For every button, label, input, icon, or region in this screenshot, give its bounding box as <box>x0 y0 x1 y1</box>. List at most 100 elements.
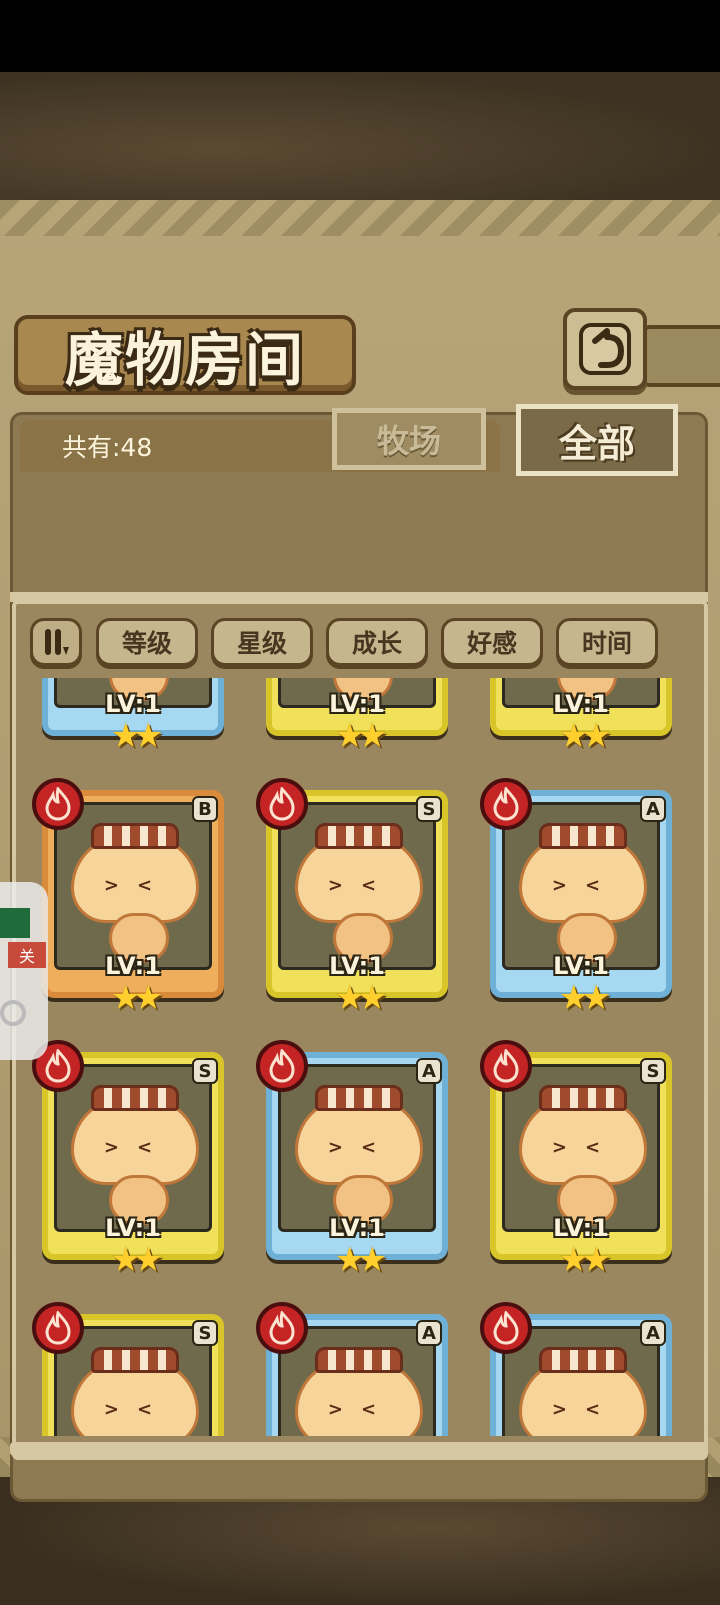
sort-level-button[interactable]: 等级 <box>96 618 198 666</box>
level-label: LV:1 <box>553 1214 609 1242</box>
status-bar <box>0 0 720 72</box>
panel-rail-bottom <box>10 1442 708 1456</box>
tab-farm-label: 牧场 <box>376 422 441 460</box>
monster-eyes: >< <box>551 875 619 896</box>
fire-element-icon <box>256 778 308 830</box>
monster-cap <box>315 1347 403 1373</box>
star-rating: ★★ <box>262 1240 452 1280</box>
monster-cap <box>539 1085 627 1111</box>
star-icon: ★ <box>581 1240 612 1280</box>
monster-card[interactable]: ><LV:1★★ <box>486 678 676 756</box>
star-rating: ★★ <box>38 1240 228 1280</box>
monster-card[interactable]: ><LV:1★★ <box>262 678 452 756</box>
fire-element-icon <box>256 1302 308 1354</box>
monster-card[interactable]: >< S LV:1 ★★ <box>256 778 452 1018</box>
monster-cap <box>539 1347 627 1373</box>
fire-element-icon <box>32 1302 84 1354</box>
level-label: LV:1 <box>329 952 385 980</box>
rank-badge: S <box>416 796 442 822</box>
monster-portrait: >< <box>54 802 212 970</box>
monster-cap <box>539 823 627 849</box>
monster-card[interactable]: >< A <box>480 1302 676 1436</box>
star-icon: ★ <box>133 716 164 756</box>
monster-cap <box>315 823 403 849</box>
rank-badge: S <box>192 1058 218 1084</box>
level-label: LV:1 <box>329 1214 385 1242</box>
star-icon: ★ <box>357 1240 388 1280</box>
monster-card[interactable]: >< A LV:1 ★★ <box>480 778 676 1018</box>
gear-icon[interactable] <box>0 1000 26 1026</box>
monster-eyes: >< <box>327 875 395 896</box>
sort-time-button[interactable]: 时间 <box>556 618 658 666</box>
monster-cap <box>91 1085 179 1111</box>
monster-eyes: >< <box>551 1137 619 1158</box>
star-icon: ★ <box>357 978 388 1018</box>
panel-rail-top <box>10 592 708 602</box>
star-rating: ★★ <box>262 716 452 756</box>
sort-order-icon <box>45 629 69 655</box>
back-button[interactable] <box>563 308 647 390</box>
monster-grid-viewport[interactable]: ><LV:1★★><LV:1★★><LV:1★★><BLV:1★★><SLV:1… <box>20 678 700 1436</box>
scroll-panel: 魔物房间 共有:48 牧场 全部 等级 星级 成长 好感 时间 LV:1 ★★ … <box>0 200 720 1502</box>
rank-badge: S <box>192 1320 218 1346</box>
floating-widget-close-button[interactable]: 关 <box>8 942 46 968</box>
monster-cap <box>91 1347 179 1373</box>
star-icon: ★ <box>334 1240 366 1280</box>
sort-stars-button[interactable]: 星级 <box>211 618 313 666</box>
level-label: LV:1 <box>105 952 161 980</box>
monster-eyes: >< <box>551 1399 619 1420</box>
monster-card[interactable]: >< S LV:1 ★★ <box>480 1040 676 1280</box>
star-rating: ★★ <box>262 978 452 1018</box>
star-rating: ★★ <box>38 716 228 756</box>
scroll-edge-top <box>0 200 720 236</box>
monster-portrait: >< <box>502 802 660 970</box>
monster-card[interactable]: >< S LV:1 ★★ <box>32 1040 228 1280</box>
fire-element-icon <box>256 1040 308 1092</box>
level-label: LV:1 <box>553 690 609 718</box>
monster-card[interactable]: >< S <box>32 1302 228 1436</box>
star-rating: ★★ <box>486 978 676 1018</box>
star-icon: ★ <box>110 978 142 1018</box>
rank-badge: A <box>640 1320 666 1346</box>
rank-badge: S <box>640 1058 666 1084</box>
rank-badge: A <box>416 1058 442 1084</box>
return-arrow-icon <box>579 323 631 375</box>
back-button-rail <box>640 325 720 387</box>
monster-portrait: >< <box>54 1064 212 1232</box>
star-icon: ★ <box>334 978 366 1018</box>
tab-all-label: 全部 <box>558 420 635 466</box>
fire-element-icon <box>480 778 532 830</box>
level-label: LV:1 <box>105 1214 161 1242</box>
monster-card[interactable]: >< A LV:1 ★★ <box>256 1040 452 1280</box>
monster-eyes: >< <box>327 1137 395 1158</box>
tab-farm[interactable]: 牧场 <box>332 408 486 470</box>
sort-order-button[interactable] <box>30 618 82 666</box>
rank-badge: A <box>640 796 666 822</box>
level-label: LV:1 <box>329 690 385 718</box>
monster-cap <box>315 1085 403 1111</box>
monster-card[interactable]: ><LV:1★★ <box>38 678 228 756</box>
rank-badge: A <box>416 1320 442 1346</box>
monster-card[interactable]: >< B LV:1 ★★ <box>32 778 228 1018</box>
map-background-top <box>0 72 720 200</box>
monster-portrait: >< <box>278 802 436 970</box>
sort-bar: 等级 星级 成长 好感 时间 <box>30 618 658 666</box>
monster-cap <box>91 823 179 849</box>
floating-widget-icon <box>0 908 30 938</box>
page-title: 魔物房间 <box>64 326 305 394</box>
monster-count: 共有:48 <box>62 433 153 462</box>
star-icon: ★ <box>357 716 388 756</box>
tab-all[interactable]: 全部 <box>516 404 678 476</box>
sort-affection-button[interactable]: 好感 <box>441 618 543 666</box>
monster-card[interactable]: >< A <box>256 1302 452 1436</box>
star-rating: ★★ <box>38 978 228 1018</box>
star-icon: ★ <box>558 978 590 1018</box>
sort-growth-button[interactable]: 成长 <box>326 618 428 666</box>
title-plate: 魔物房间 <box>14 315 356 395</box>
star-icon: ★ <box>558 716 590 756</box>
monster-eyes: >< <box>103 1399 171 1420</box>
monster-eyes: >< <box>327 1399 395 1420</box>
star-icon: ★ <box>334 716 366 756</box>
star-icon: ★ <box>133 1240 164 1280</box>
fire-element-icon <box>32 778 84 830</box>
